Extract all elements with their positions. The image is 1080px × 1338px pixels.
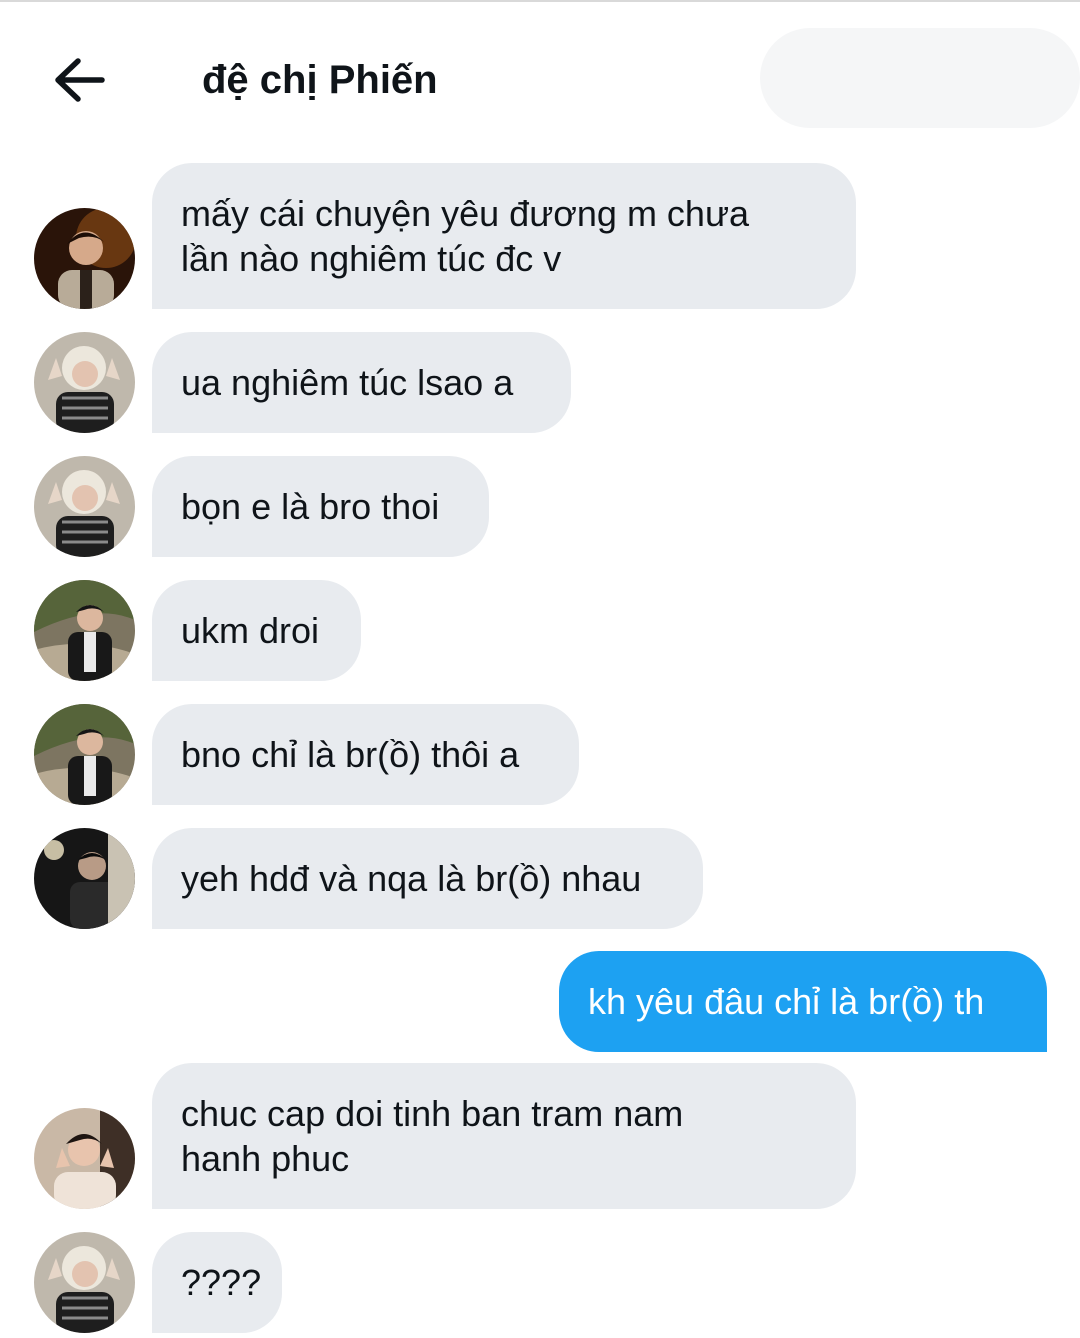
message-bubble[interactable]: ua nghiêm túc lsao a [152, 332, 571, 433]
conversation-header: đệ chị Phiến [0, 0, 1080, 150]
avatar[interactable] [34, 456, 135, 557]
avatar[interactable] [34, 704, 135, 805]
avatar[interactable] [34, 332, 135, 433]
avatar[interactable] [34, 580, 135, 681]
avatar[interactable] [34, 208, 135, 309]
message-bubble[interactable]: ukm droi [152, 580, 361, 681]
message-bubble[interactable]: bno chỉ là br(ồ) thôi a [152, 704, 579, 805]
avatar[interactable] [34, 1108, 135, 1209]
message-bubble[interactable]: yeh hdđ và nqa là br(ồ) nhau [152, 828, 703, 929]
back-button[interactable] [44, 50, 114, 110]
message-bubble[interactable]: bọn e là bro thoi [152, 456, 489, 557]
avatar[interactable] [34, 828, 135, 929]
message-bubble-outgoing[interactable]: kh yêu đâu chỉ là br(ồ) th [559, 951, 1047, 1052]
conversation-title: đệ chị Phiến [202, 58, 438, 102]
message-bubble[interactable]: ???? [152, 1232, 282, 1333]
message-bubble[interactable]: mấy cái chuyện yêu đương m chưa lần nào … [152, 163, 856, 309]
message-bubble[interactable]: chuc cap doi tinh ban tram nam hanh phuc [152, 1063, 856, 1209]
arrow-left-icon [55, 58, 105, 102]
avatar[interactable] [34, 1232, 135, 1333]
